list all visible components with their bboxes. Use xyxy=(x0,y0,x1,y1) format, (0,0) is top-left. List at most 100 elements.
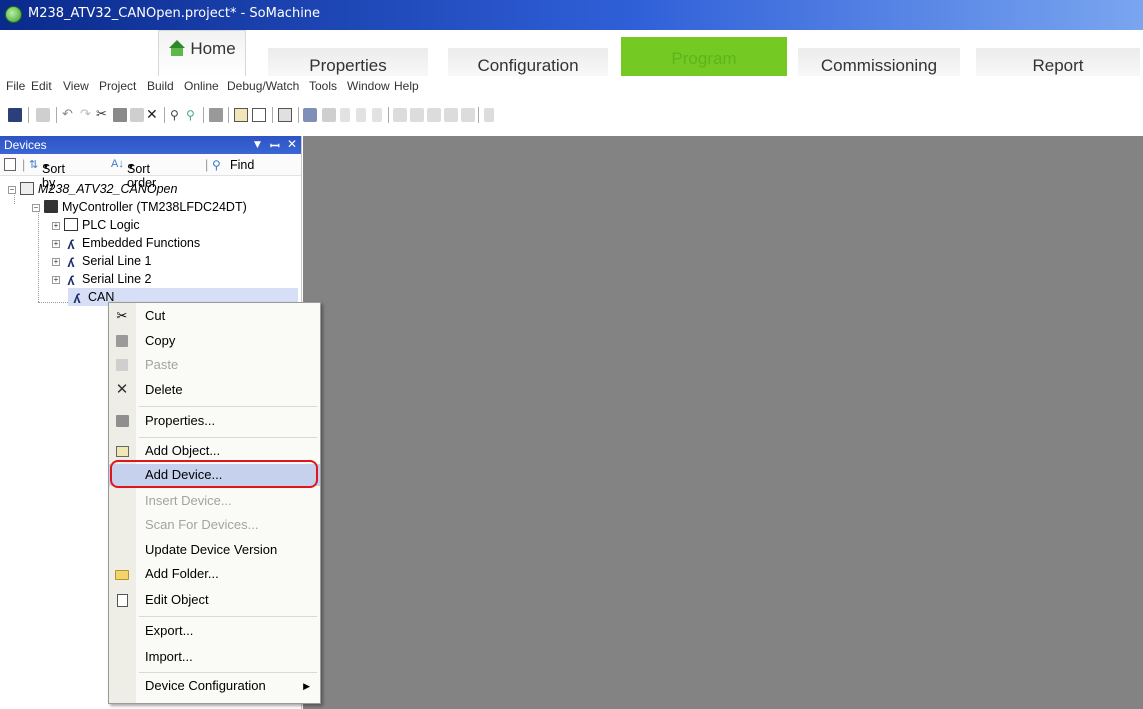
find-icon[interactable]: ⚲ xyxy=(212,158,221,172)
menu-debug-watch[interactable]: Debug/Watch xyxy=(227,79,299,93)
properties-icon xyxy=(116,415,129,427)
save-all-icon[interactable] xyxy=(36,108,50,122)
menu-item-copy[interactable]: Copy xyxy=(109,330,320,352)
tree-node-controller[interactable]: − MyController (TM238LFDC24DT) xyxy=(32,198,247,216)
delete-icon[interactable]: ✕ xyxy=(146,108,160,122)
properties-icon[interactable] xyxy=(209,108,223,122)
toolbar-disabled-icon[interactable] xyxy=(427,108,441,122)
cut-icon[interactable]: ✂ xyxy=(96,108,110,122)
tree-node-serial-line-1[interactable]: + ʎ Serial Line 1 xyxy=(52,252,152,270)
calendar-icon[interactable] xyxy=(278,108,292,122)
pane-menu-icon[interactable]: ▼ xyxy=(254,140,261,150)
window-title: M238_ATV32_CANOpen.project* - SoMachine xyxy=(28,6,321,21)
find-replace-icon[interactable]: ⚲ xyxy=(186,108,200,122)
editor-work-area xyxy=(303,136,1143,709)
copy-icon[interactable] xyxy=(113,108,127,122)
pin-icon[interactable]: ꟷ xyxy=(270,137,280,154)
menu-item-paste[interactable]: Paste xyxy=(109,354,320,376)
expand-icon[interactable]: + xyxy=(52,222,60,230)
menu-item-properties[interactable]: Properties... xyxy=(109,410,320,432)
paste-icon[interactable] xyxy=(130,108,144,122)
tab-home[interactable]: Home xyxy=(158,30,246,76)
menu-item-label: Copy xyxy=(145,333,176,348)
save-icon[interactable] xyxy=(8,108,22,122)
sort-by-icon[interactable]: ⇅ xyxy=(29,158,38,171)
collapse-icon[interactable]: − xyxy=(32,204,40,212)
toolbar-disabled-icon[interactable] xyxy=(340,108,350,122)
tree-node-plc-logic[interactable]: + PLC Logic xyxy=(52,216,140,234)
menu-help[interactable]: Help xyxy=(394,79,419,93)
project-icon xyxy=(20,182,34,195)
menu-view[interactable]: View xyxy=(63,79,89,93)
toolbar-separator: | xyxy=(205,158,209,172)
devices-pane-toolbar: | ⇅ Sort by ▼ A↓ Sort order ▼ | ⚲ Find xyxy=(0,154,301,190)
toolbar: ↶ ↷ ✂ ✕ ⚲ ⚲ xyxy=(0,96,1143,136)
tree-node-serial-line-2[interactable]: + ʎ Serial Line 2 xyxy=(52,270,152,288)
menu-item-cut[interactable]: ✂ Cut xyxy=(109,305,320,327)
rebuild-icon[interactable] xyxy=(322,108,336,122)
toolbar-disabled-icon[interactable] xyxy=(372,108,382,122)
expand-icon[interactable]: + xyxy=(52,276,60,284)
title-bar: M238_ATV32_CANOpen.project* - SoMachine xyxy=(0,0,1143,30)
toolbar-separator xyxy=(56,107,57,123)
tab-commissioning[interactable]: Commissioning xyxy=(798,48,960,76)
new-object-icon[interactable] xyxy=(4,158,16,171)
tab-properties[interactable]: Properties xyxy=(268,48,428,76)
menu-item-label: Update Device Version xyxy=(145,542,278,557)
menu-project[interactable]: Project xyxy=(99,79,136,93)
controller-icon xyxy=(44,200,58,213)
toolbar-disabled-icon[interactable] xyxy=(410,108,424,122)
collapse-icon[interactable]: − xyxy=(8,186,16,194)
menu-item-label: Paste xyxy=(145,357,179,372)
undo-icon[interactable]: ↶ xyxy=(62,108,76,122)
menu-build[interactable]: Build xyxy=(147,79,174,93)
tab-program-label: Program xyxy=(671,49,737,68)
tab-program[interactable]: Program xyxy=(621,37,787,76)
add-object-icon[interactable] xyxy=(234,108,248,122)
menu-item-label: Add Object... xyxy=(145,443,221,458)
close-icon[interactable]: ✕ xyxy=(287,137,297,151)
tab-report[interactable]: Report xyxy=(976,48,1140,76)
edit-object-icon[interactable] xyxy=(252,108,266,122)
paste-icon xyxy=(116,359,128,371)
tab-configuration[interactable]: Configuration xyxy=(448,48,608,76)
find-button[interactable]: Find xyxy=(230,158,254,172)
submenu-arrow-icon: ▶ xyxy=(303,681,310,691)
tree-connector xyxy=(38,206,39,302)
find-icon[interactable]: ⚲ xyxy=(170,108,184,122)
toolbar-disabled-icon[interactable] xyxy=(356,108,366,122)
tree-node-project[interactable]: − M238_ATV32_CANOpen xyxy=(8,180,177,198)
menu-item-add-folder[interactable]: Add Folder... xyxy=(109,563,320,585)
toolbar-separator xyxy=(478,107,479,123)
menu-item-import[interactable]: Import... xyxy=(109,646,320,668)
menu-item-export[interactable]: Export... xyxy=(109,620,320,642)
toolbar-separator xyxy=(28,107,29,123)
menu-item-device-configuration[interactable]: Device Configuration ▶ xyxy=(109,675,320,697)
toolbar-separator xyxy=(164,107,165,123)
toolbar-disabled-icon[interactable] xyxy=(393,108,407,122)
toolbar-disabled-icon[interactable] xyxy=(461,108,475,122)
menu-online[interactable]: Online xyxy=(184,79,219,93)
menu-item-insert-device[interactable]: Insert Device... xyxy=(109,490,320,512)
expand-icon[interactable]: + xyxy=(52,258,60,266)
toolbar-disabled-icon[interactable] xyxy=(444,108,458,122)
menu-item-edit-object[interactable]: Edit Object xyxy=(109,589,320,611)
redo-icon[interactable]: ↷ xyxy=(80,108,94,122)
devices-pane-header: Devices ▼ ꟷ ✕ xyxy=(0,136,301,154)
expand-icon[interactable]: + xyxy=(52,240,60,248)
tree-node-embedded-functions[interactable]: + ʎ Embedded Functions xyxy=(52,234,200,252)
menu-window[interactable]: Window xyxy=(347,79,390,93)
menu-edit[interactable]: Edit xyxy=(31,79,52,93)
menu-item-scan-for-devices[interactable]: Scan For Devices... xyxy=(109,514,320,536)
tab-home-label: Home xyxy=(190,39,236,58)
menu-tools[interactable]: Tools xyxy=(309,79,337,93)
menu-item-add-object[interactable]: Add Object... xyxy=(109,440,320,462)
menu-item-update-device-version[interactable]: Update Device Version xyxy=(109,539,320,561)
menu-item-delete[interactable]: ✕ Delete xyxy=(109,379,320,401)
menu-file[interactable]: File xyxy=(6,79,25,93)
sort-order-icon[interactable]: A↓ xyxy=(111,158,124,170)
menu-item-label: Insert Device... xyxy=(145,493,232,508)
build-icon[interactable] xyxy=(303,108,317,122)
toolbar-separator xyxy=(203,107,204,123)
toolbar-disabled-icon[interactable] xyxy=(484,108,494,122)
